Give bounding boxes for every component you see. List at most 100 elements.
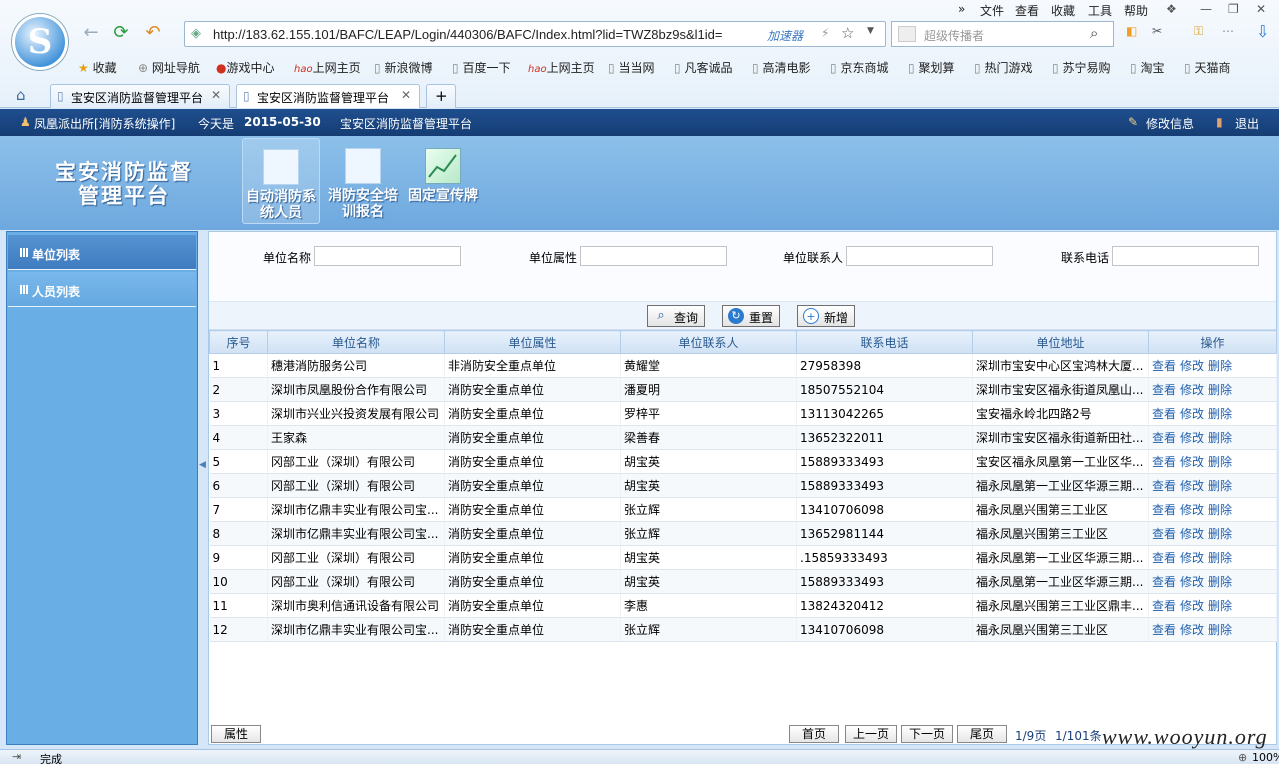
bookmark-item[interactable]: ▯ 热门游戏 <box>974 59 1032 76</box>
table-row[interactable]: 10 冈部工业（深圳）有限公司 消防安全重点单位 胡宝英 15889333493 福永凤凰… <box>209 569 1277 594</box>
delete-link[interactable]: 删除 <box>1208 407 1232 421</box>
col-address[interactable]: 单位地址 <box>972 330 1149 354</box>
delete-link[interactable]: 删除 <box>1208 455 1232 469</box>
bookmark-item[interactable]: hao上网主页 <box>294 59 361 76</box>
refresh-icon[interactable]: ⟳ <box>110 22 132 44</box>
bookmark-item[interactable]: ▯ 高清电影 <box>752 59 810 76</box>
address-bar[interactable]: ◈ http://183.62.155.101/BAFC/LEAP/Login/… <box>184 21 886 47</box>
prev-page-button[interactable]: 上一页 <box>845 725 897 743</box>
undo-icon[interactable]: ↶ <box>142 22 164 44</box>
view-link[interactable]: 查看 <box>1152 527 1176 541</box>
col-contact[interactable]: 单位联系人 <box>620 330 797 354</box>
module-auto-fire-staff[interactable]: 自动消防系统人员 <box>242 138 320 224</box>
view-link[interactable]: 查看 <box>1152 455 1176 469</box>
search-input[interactable]: 超级传播者 <box>924 27 984 44</box>
bookmark-item[interactable]: ▯ 淘宝 <box>1130 59 1164 76</box>
sidebar-toggle-icon[interactable]: ⇥ <box>12 750 21 763</box>
view-link[interactable]: 查看 <box>1152 383 1176 397</box>
edit-link[interactable]: 修改 <box>1180 551 1204 565</box>
table-row[interactable]: 4 王家森 消防安全重点单位 梁善春 13652322011 深圳市宝安区福永街道新田社.… <box>209 425 1277 450</box>
view-link[interactable]: 查看 <box>1152 551 1176 565</box>
chevron-down-icon[interactable]: ▼ <box>867 26 874 36</box>
view-link[interactable]: 查看 <box>1152 359 1176 373</box>
close-icon[interactable]: ✕ <box>1256 2 1266 16</box>
skin-icon[interactable]: ❖ <box>1166 2 1177 16</box>
next-page-button[interactable]: 下一页 <box>901 725 953 743</box>
delete-link[interactable]: 删除 <box>1208 359 1232 373</box>
col-unit-type[interactable]: 单位属性 <box>444 330 621 354</box>
search-button[interactable]: ⌕ 查询 <box>647 305 706 327</box>
table-row[interactable]: 5 冈部工业（深圳）有限公司 消防安全重点单位 胡宝英 15889333493 宝安区福永… <box>209 449 1277 474</box>
edit-link[interactable]: 修改 <box>1180 431 1204 445</box>
edit-link[interactable]: 修改 <box>1180 455 1204 469</box>
last-page-button[interactable]: 尾页 <box>957 725 1007 743</box>
lightning-icon[interactable]: ⚡ <box>821 26 829 40</box>
table-row[interactable]: 7 深圳市亿鼎丰实业有限公司宝... 消防安全重点单位 张立辉 13410706098 福… <box>209 497 1277 522</box>
table-row[interactable]: 2 深圳市凤凰股份合作有限公司 消防安全重点单位 潘夏明 18507552104 深圳市宝… <box>209 377 1277 402</box>
browser-logo-icon[interactable]: S <box>12 14 68 70</box>
search-engine-icon[interactable] <box>898 26 916 42</box>
bookmark-item[interactable]: ▯ 苏宁易购 <box>1052 59 1110 76</box>
table-row[interactable]: 6 冈部工业（深圳）有限公司 消防安全重点单位 胡宝英 15889333493 福永凤凰第… <box>209 473 1277 498</box>
accelerator-label[interactable]: 加速器 <box>767 27 803 44</box>
module-fire-training[interactable]: 消防安全培训报名 <box>324 138 402 224</box>
delete-link[interactable]: 删除 <box>1208 623 1232 637</box>
bookmark-item[interactable]: ▯ 新浪微博 <box>374 59 432 76</box>
bookmark-item[interactable]: ▯ 聚划算 <box>908 59 954 76</box>
menu-tools[interactable]: 工具 <box>1088 2 1112 19</box>
table-row[interactable]: 9 冈部工业（深圳）有限公司 消防安全重点单位 胡宝英 .15859333493 福永凤凰… <box>209 545 1277 570</box>
view-link[interactable]: 查看 <box>1152 599 1176 613</box>
bookmark-item[interactable]: ▯ 百度一下 <box>452 59 510 76</box>
bookmark-item[interactable]: ▯ 京东商城 <box>830 59 888 76</box>
bookmark-item[interactable]: ⊕ 网址导航 <box>138 59 200 76</box>
delete-link[interactable]: 删除 <box>1208 527 1232 541</box>
bookmark-item[interactable]: ▯ 天猫商 <box>1184 59 1230 76</box>
delete-link[interactable]: 删除 <box>1208 383 1232 397</box>
collapse-sidebar-icon[interactable]: ◀ <box>199 460 206 470</box>
restore-icon[interactable]: ❐ <box>1228 2 1239 16</box>
delete-link[interactable]: 删除 <box>1208 431 1232 445</box>
tab-platform-1[interactable]: ▯ 宝安区消防监督管理平台 ✕ <box>50 84 230 108</box>
back-arrow-icon[interactable]: ← <box>80 22 102 44</box>
bookmark-item[interactable]: ▯ 当当网 <box>608 59 654 76</box>
view-link[interactable]: 查看 <box>1152 407 1176 421</box>
search-icon[interactable]: ⌕ <box>1090 24 1098 42</box>
delete-link[interactable]: 删除 <box>1208 599 1232 613</box>
plugin-icon[interactable]: ◧ <box>1126 24 1137 38</box>
first-page-button[interactable]: 首页 <box>789 725 839 743</box>
menu-expand-icon[interactable]: » <box>958 2 965 16</box>
zoom-icon[interactable]: ⊕ <box>1238 751 1247 764</box>
sidebar-item-units[interactable]: 单位列表 <box>8 235 196 270</box>
edit-link[interactable]: 修改 <box>1180 479 1204 493</box>
sidebar-item-staff[interactable]: 人员列表 <box>8 272 196 307</box>
bookmark-item[interactable]: ★ 收藏 <box>78 59 117 76</box>
unit-contact-input[interactable] <box>846 246 993 266</box>
zoom-level[interactable]: 100% <box>1252 751 1279 764</box>
delete-link[interactable]: 删除 <box>1208 575 1232 589</box>
tab-platform-2[interactable]: ▯ 宝安区消防监督管理平台 ✕ <box>236 84 420 108</box>
add-button[interactable]: + 新增 <box>797 305 856 327</box>
delete-link[interactable]: 删除 <box>1208 551 1232 565</box>
tab-close-icon[interactable]: ✕ <box>211 88 221 102</box>
edit-link[interactable]: 修改 <box>1180 623 1204 637</box>
edit-link[interactable]: 修改 <box>1180 383 1204 397</box>
star-icon[interactable]: ☆ <box>841 24 854 42</box>
unit-name-input[interactable] <box>314 246 461 266</box>
minimize-icon[interactable]: — <box>1200 2 1212 16</box>
bookmark-item[interactable]: ●游戏中心 <box>216 59 275 76</box>
table-row[interactable]: 8 深圳市亿鼎丰实业有限公司宝... 消防安全重点单位 张立辉 13652981144 福… <box>209 521 1277 546</box>
delete-link[interactable]: 删除 <box>1208 503 1232 517</box>
delete-link[interactable]: 删除 <box>1208 479 1232 493</box>
edit-info-link[interactable]: 修改信息 <box>1146 115 1194 132</box>
unit-type-input[interactable] <box>580 246 727 266</box>
new-tab-button[interactable]: + <box>426 84 456 108</box>
scissors-icon[interactable]: ✂ <box>1152 24 1162 38</box>
view-link[interactable]: 查看 <box>1152 623 1176 637</box>
logout-link[interactable]: 退出 <box>1235 115 1259 132</box>
edit-link[interactable]: 修改 <box>1180 407 1204 421</box>
home-icon[interactable]: ⌂ <box>16 86 26 104</box>
view-link[interactable]: 查看 <box>1152 503 1176 517</box>
menu-file[interactable]: 文件 <box>980 2 1004 19</box>
module-fixed-signs[interactable]: 固定宣传牌 <box>404 138 482 224</box>
table-row[interactable]: 11 深圳市奥利信通讯设备有限公司 消防安全重点单位 李惠 13824320412 福永凤… <box>209 593 1277 618</box>
